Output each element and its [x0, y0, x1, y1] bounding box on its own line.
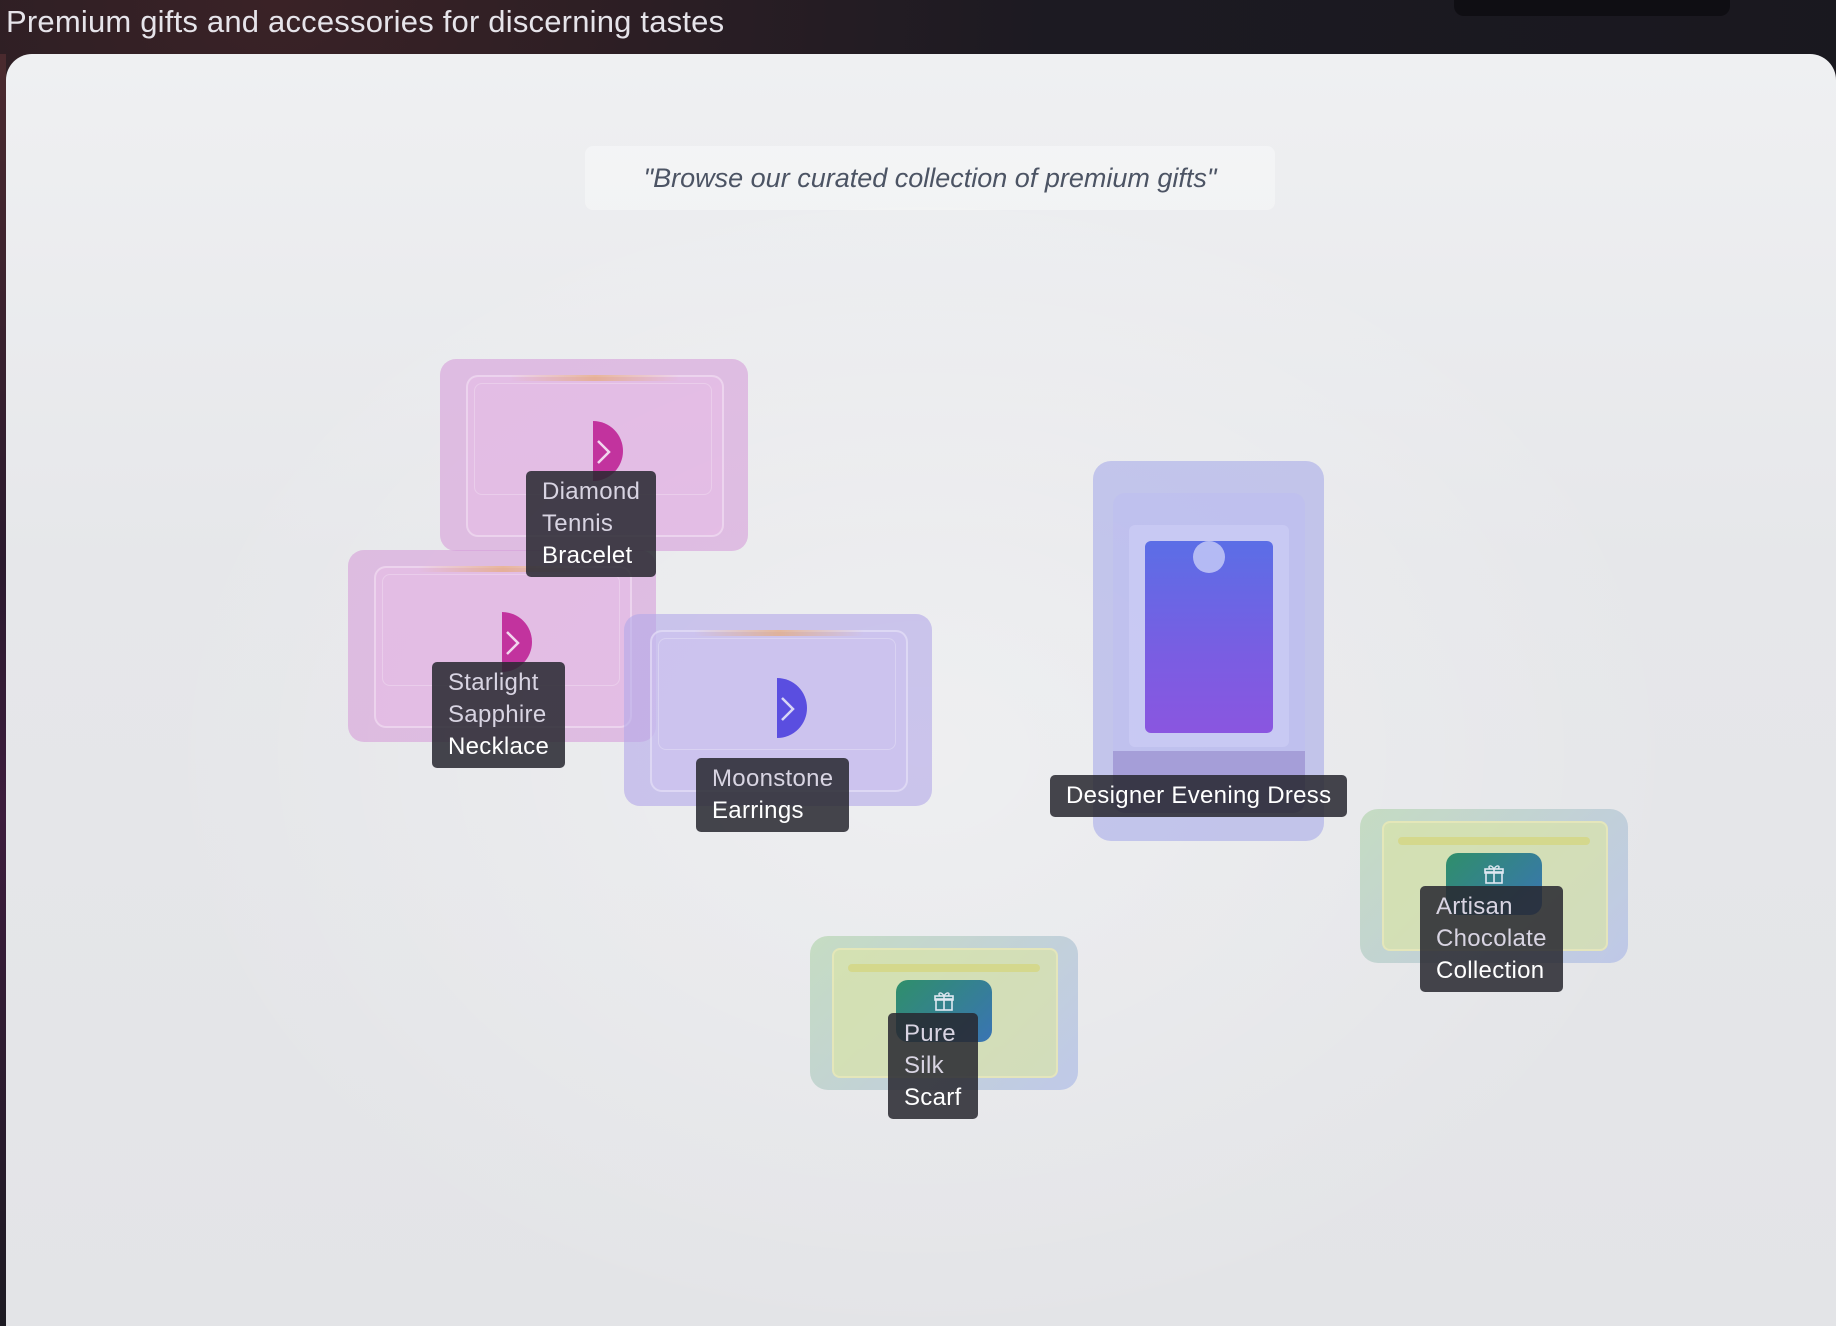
gift-gallery-panel: "Browse our curated collection of premiu…: [6, 54, 1836, 1326]
product-label-scarf[interactable]: Pure Silk Scarf: [888, 1013, 978, 1119]
product-label-necklace[interactable]: Starlight Sapphire Necklace: [432, 662, 566, 768]
top-pill: [1454, 0, 1730, 16]
tagline: Premium gifts and accessories for discer…: [6, 4, 725, 39]
product-label-bracelet[interactable]: Diamond Tennis Bracelet: [526, 471, 657, 577]
product-label-chocolate[interactable]: Artisan Chocolate Collection: [1420, 886, 1563, 992]
phone-frame-icon: [1129, 525, 1289, 747]
top-bar: Premium gifts and accessories for discer…: [0, 0, 1836, 56]
product-label-dress[interactable]: Designer Evening Dress: [1050, 775, 1348, 817]
product-label-earrings[interactable]: Moonstone Earrings: [696, 758, 850, 832]
gallery-quote: "Browse our curated collection of premiu…: [585, 146, 1275, 210]
